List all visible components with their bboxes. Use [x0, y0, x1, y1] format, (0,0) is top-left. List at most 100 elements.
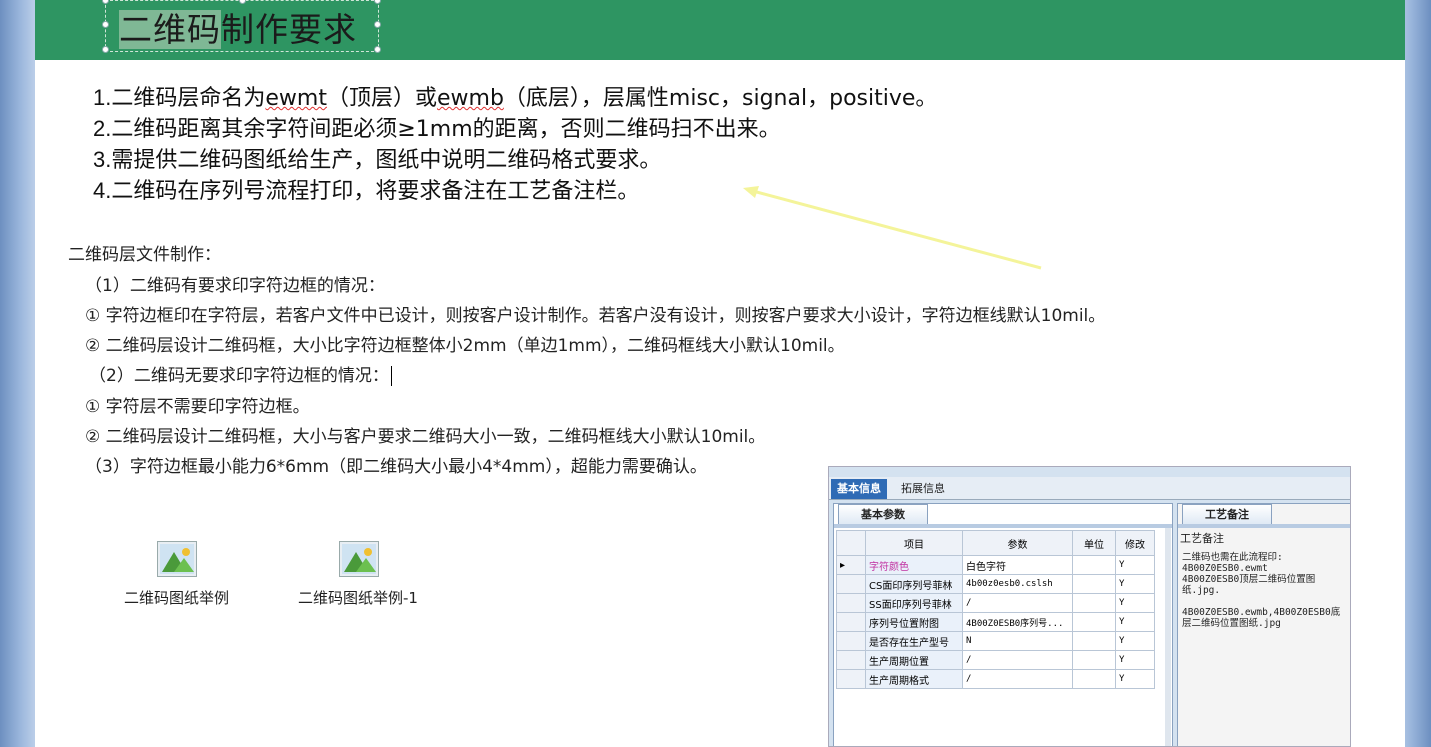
- column-header[interactable]: 项目: [865, 530, 963, 556]
- table-scrollbar[interactable]: [1165, 528, 1171, 746]
- image-file-icon[interactable]: [339, 541, 379, 577]
- cell-unit[interactable]: [1072, 593, 1116, 613]
- cell-item[interactable]: 生产周期格式: [865, 669, 963, 689]
- req-number: 4.: [93, 178, 112, 203]
- cell-modify[interactable]: Y: [1115, 631, 1155, 651]
- table-row[interactable]: ▸ 字符颜色 白色字符 Y: [836, 555, 1155, 575]
- column-header[interactable]: 单位: [1072, 530, 1116, 556]
- row-indicator: [836, 593, 866, 613]
- title-bar: 二维码制作要求: [35, 0, 1405, 60]
- row-indicator: [836, 650, 866, 670]
- cell-value[interactable]: /: [962, 650, 1073, 670]
- requirement-2: 2.二维码距离其余字符间距必须≥1mm的距离，否则二维码扫不出来。: [93, 113, 937, 144]
- cell-value[interactable]: 4b00z0esb0.cslsh: [962, 574, 1073, 594]
- app-tab-bar: 基本信息 拓展信息: [829, 477, 1350, 500]
- cell-value[interactable]: 白色字符: [962, 555, 1073, 575]
- embedded-app-screenshot[interactable]: 基本信息 拓展信息 基本参数 项目 参数 单位 修改 ▸ 字符颜色 白色字符 Y…: [828, 466, 1351, 747]
- req-text: ewmb: [436, 86, 504, 111]
- table-row[interactable]: SS面印序列号菲林 / Y: [836, 593, 1155, 613]
- resize-handle[interactable]: [374, 21, 381, 28]
- req-text: 二维码距离其余字符间距必须≥1mm的距离，否则二维码扫不出来。: [111, 117, 781, 142]
- note-line: ② 二维码层设计二维码框，大小与客户要求二维码大小一致，二维码框线大小默认10m…: [85, 427, 766, 447]
- table-header: 项目 参数 单位 修改: [836, 530, 1155, 556]
- cell-modify[interactable]: Y: [1115, 669, 1155, 689]
- req-number: 3.: [93, 147, 112, 172]
- cell-unit[interactable]: [1072, 555, 1116, 575]
- attachment-label[interactable]: 二维码图纸举例: [124, 587, 229, 608]
- cell-value[interactable]: 4B00Z0ESB0序列号...: [962, 612, 1073, 632]
- row-indicator: [836, 574, 866, 594]
- req-text: 二维码在序列号流程打印，将要求备注在工艺备注栏。: [111, 179, 640, 204]
- cell-item[interactable]: SS面印序列号菲林: [865, 593, 963, 613]
- cell-value[interactable]: N: [962, 631, 1073, 651]
- corner-cell: [836, 530, 866, 556]
- table-row[interactable]: 生产周期格式 / Y: [836, 669, 1155, 689]
- row-indicator: ▸: [836, 555, 866, 575]
- req-text: （顶层）或: [326, 86, 437, 111]
- cell-item[interactable]: 是否存在生产型号: [865, 631, 963, 651]
- table-row[interactable]: 序列号位置附图 4B00Z0ESB0序列号... Y: [836, 612, 1155, 632]
- remark-label: 工艺备注: [1180, 532, 1224, 545]
- cell-item[interactable]: 生产周期位置: [865, 650, 963, 670]
- resize-handle[interactable]: [102, 21, 109, 28]
- cell-unit[interactable]: [1072, 650, 1116, 670]
- cell-modify[interactable]: Y: [1115, 612, 1155, 632]
- cell-item[interactable]: 序列号位置附图: [865, 612, 963, 632]
- requirement-3: 3.需提供二维码图纸给生产，图纸中说明二维码格式要求。: [93, 144, 937, 175]
- panel-strip: [1178, 524, 1350, 528]
- title-highlighted-text: 二维码: [119, 10, 221, 49]
- row-indicator: [836, 669, 866, 689]
- title-rest-text: 制作要求: [221, 10, 357, 49]
- cell-unit[interactable]: [1072, 669, 1116, 689]
- note-line: （3）字符边框最小能力6*6mm（即二维码大小最小4*4mm），超能力需要确认。: [85, 457, 707, 477]
- cell-modify[interactable]: Y: [1115, 574, 1155, 594]
- basic-params-panel: 基本参数 项目 参数 单位 修改 ▸ 字符颜色 白色字符 Y CS面印序列号菲林…: [833, 503, 1173, 746]
- arrow-annotation[interactable]: [735, 180, 1055, 280]
- cell-modify[interactable]: Y: [1115, 650, 1155, 670]
- cell-modify[interactable]: Y: [1115, 555, 1155, 575]
- cell-modify[interactable]: Y: [1115, 593, 1155, 613]
- text-cursor: [390, 366, 392, 386]
- req-text: （底层），层属性misc，signal，positive。: [503, 86, 938, 111]
- req-text: 需提供二维码图纸给生产，图纸中说明二维码格式要求。: [111, 148, 662, 173]
- row-indicator: [836, 631, 866, 651]
- resize-handle[interactable]: [374, 0, 381, 4]
- row-indicator: [836, 612, 866, 632]
- resize-handle[interactable]: [374, 46, 381, 53]
- slide: 二维码制作要求 1.二维码层命名为ewmt（顶层）或ewmb（底层），层属性mi…: [35, 0, 1405, 747]
- cell-item[interactable]: CS面印序列号菲林: [865, 574, 963, 594]
- req-text: ewmt: [265, 86, 327, 111]
- resize-handle[interactable]: [102, 46, 109, 53]
- attachment-label[interactable]: 二维码图纸举例-1: [298, 587, 418, 608]
- note-line: ① 字符边框印在字符层，若客户文件中已设计，则按客户设计制作。若客户没有设计，则…: [85, 306, 1106, 326]
- remark-textarea[interactable]: 二维码也需在此流程印: 4B00Z0ESB0.ewmt 4B00Z0ESB0顶层…: [1182, 552, 1342, 629]
- table-row[interactable]: 生产周期位置 / Y: [836, 650, 1155, 670]
- req-number: 2.: [93, 116, 112, 141]
- layer-file-heading: 二维码层文件制作：: [68, 245, 221, 265]
- cell-unit[interactable]: [1072, 612, 1116, 632]
- column-header[interactable]: 修改: [1115, 530, 1155, 556]
- panel-strip: [834, 524, 1172, 528]
- tab-basic-params[interactable]: 基本参数: [838, 504, 928, 525]
- note-line: （1）二维码有要求印字符边框的情况：: [85, 276, 385, 296]
- image-file-icon[interactable]: [157, 541, 197, 577]
- table-row[interactable]: CS面印序列号菲林 4b00z0esb0.cslsh Y: [836, 574, 1155, 594]
- cell-item[interactable]: 字符颜色: [865, 555, 963, 575]
- tab-extended-info[interactable]: 拓展信息: [895, 479, 951, 499]
- req-text: 二维码层命名为: [111, 86, 266, 111]
- cell-unit[interactable]: [1072, 574, 1116, 594]
- resize-handle[interactable]: [102, 0, 109, 4]
- table-row[interactable]: 是否存在生产型号 N Y: [836, 631, 1155, 651]
- tab-process-remark[interactable]: 工艺备注: [1182, 504, 1272, 525]
- tab-basic-info[interactable]: 基本信息: [831, 479, 887, 499]
- req-number: 1.: [93, 85, 112, 110]
- note-text: （2）二维码无要求印字符边框的情况：: [89, 366, 389, 386]
- cell-value[interactable]: /: [962, 593, 1073, 613]
- process-remark-panel: 工艺备注 工艺备注 二维码也需在此流程印: 4B00Z0ESB0.ewmt 4B…: [1177, 503, 1350, 746]
- cell-unit[interactable]: [1072, 631, 1116, 651]
- note-line: （2）二维码无要求印字符边框的情况：: [89, 361, 392, 386]
- cell-value[interactable]: /: [962, 669, 1073, 689]
- column-header[interactable]: 参数: [962, 530, 1073, 556]
- requirement-1: 1.二维码层命名为ewmt（顶层）或ewmb（底层），层属性misc，signa…: [93, 82, 937, 113]
- slide-title[interactable]: 二维码制作要求: [119, 3, 357, 51]
